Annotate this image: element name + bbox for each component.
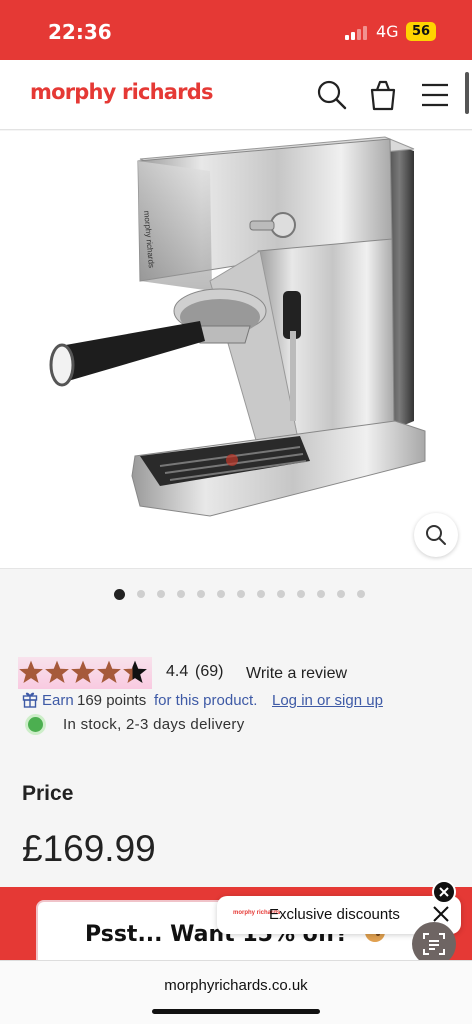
scroll-indicator [465, 72, 469, 114]
carousel-dot[interactable] [337, 590, 345, 598]
product-image[interactable]: morphy richards [0, 131, 472, 569]
write-review-link[interactable]: Write a review [246, 665, 347, 683]
carousel-dot[interactable] [114, 588, 125, 600]
gift-icon [22, 692, 38, 708]
browser-url-bar[interactable]: morphyrichards.co.uk [0, 960, 472, 1024]
brand-logo[interactable]: morphy richards [30, 80, 213, 104]
star-rating[interactable] [18, 657, 152, 689]
menu-icon[interactable] [418, 78, 452, 112]
popup-text: Exclusive discounts [269, 906, 400, 923]
carousel-dot[interactable] [237, 590, 245, 598]
close-icon[interactable] [431, 904, 451, 924]
carousel-dot[interactable] [177, 590, 185, 598]
stock-status: In stock, 2-3 days delivery [26, 714, 446, 736]
carousel-dot[interactable] [157, 590, 165, 598]
price-value: £169.99 [22, 828, 156, 869]
login-signup-link[interactable]: Log in or sign up [272, 692, 383, 709]
home-indicator[interactable] [152, 1009, 320, 1014]
stock-indicator-icon [28, 717, 43, 732]
rating-row: 4.4 (69) Write a review [18, 657, 458, 691]
site-header: morphy richards [0, 60, 472, 130]
star-icon [45, 660, 69, 684]
star-icon [123, 660, 147, 684]
close-banner-button[interactable] [432, 880, 456, 904]
star-icon [97, 660, 121, 684]
status-time: 22:36 [48, 20, 112, 44]
carousel-dot[interactable] [317, 590, 325, 598]
carousel-dot[interactable] [357, 590, 365, 598]
loyalty-points-row: Earn 169 points for this product. Log in… [22, 690, 462, 712]
rating-value: 4.4 [166, 663, 189, 680]
points-amount: 169 points [77, 692, 147, 709]
points-for-text: for this product. [154, 692, 258, 709]
stock-text: In stock, 2-3 days delivery [63, 716, 245, 733]
network-type: 4G [376, 22, 399, 41]
carousel-dot[interactable] [197, 590, 205, 598]
star-icon [71, 660, 95, 684]
cart-icon[interactable] [366, 78, 400, 112]
zoom-icon [426, 525, 446, 545]
carousel-dot[interactable] [257, 590, 265, 598]
search-icon[interactable] [315, 78, 349, 112]
carousel-dot[interactable] [297, 590, 305, 598]
star-icon [19, 660, 43, 684]
price-label: Price [22, 782, 74, 805]
points-earn-text: Earn [42, 692, 74, 709]
close-icon [439, 887, 449, 897]
battery-icon: 56 [406, 22, 436, 41]
carousel-dots[interactable] [114, 588, 377, 600]
carousel-dot[interactable] [277, 590, 285, 598]
status-bar: 22:36 4G 56 [0, 0, 472, 60]
zoom-button[interactable] [414, 513, 458, 557]
espresso-machine-image: morphy richards [49, 136, 426, 517]
review-count[interactable]: (69) [195, 663, 223, 681]
app-screen: 22:36 4G 56 morphy richards morphy richa… [0, 0, 472, 1024]
carousel-dot[interactable] [217, 590, 225, 598]
url-text[interactable]: morphyrichards.co.uk [0, 977, 472, 994]
signal-icon [345, 24, 369, 40]
carousel-dot[interactable] [137, 590, 145, 598]
